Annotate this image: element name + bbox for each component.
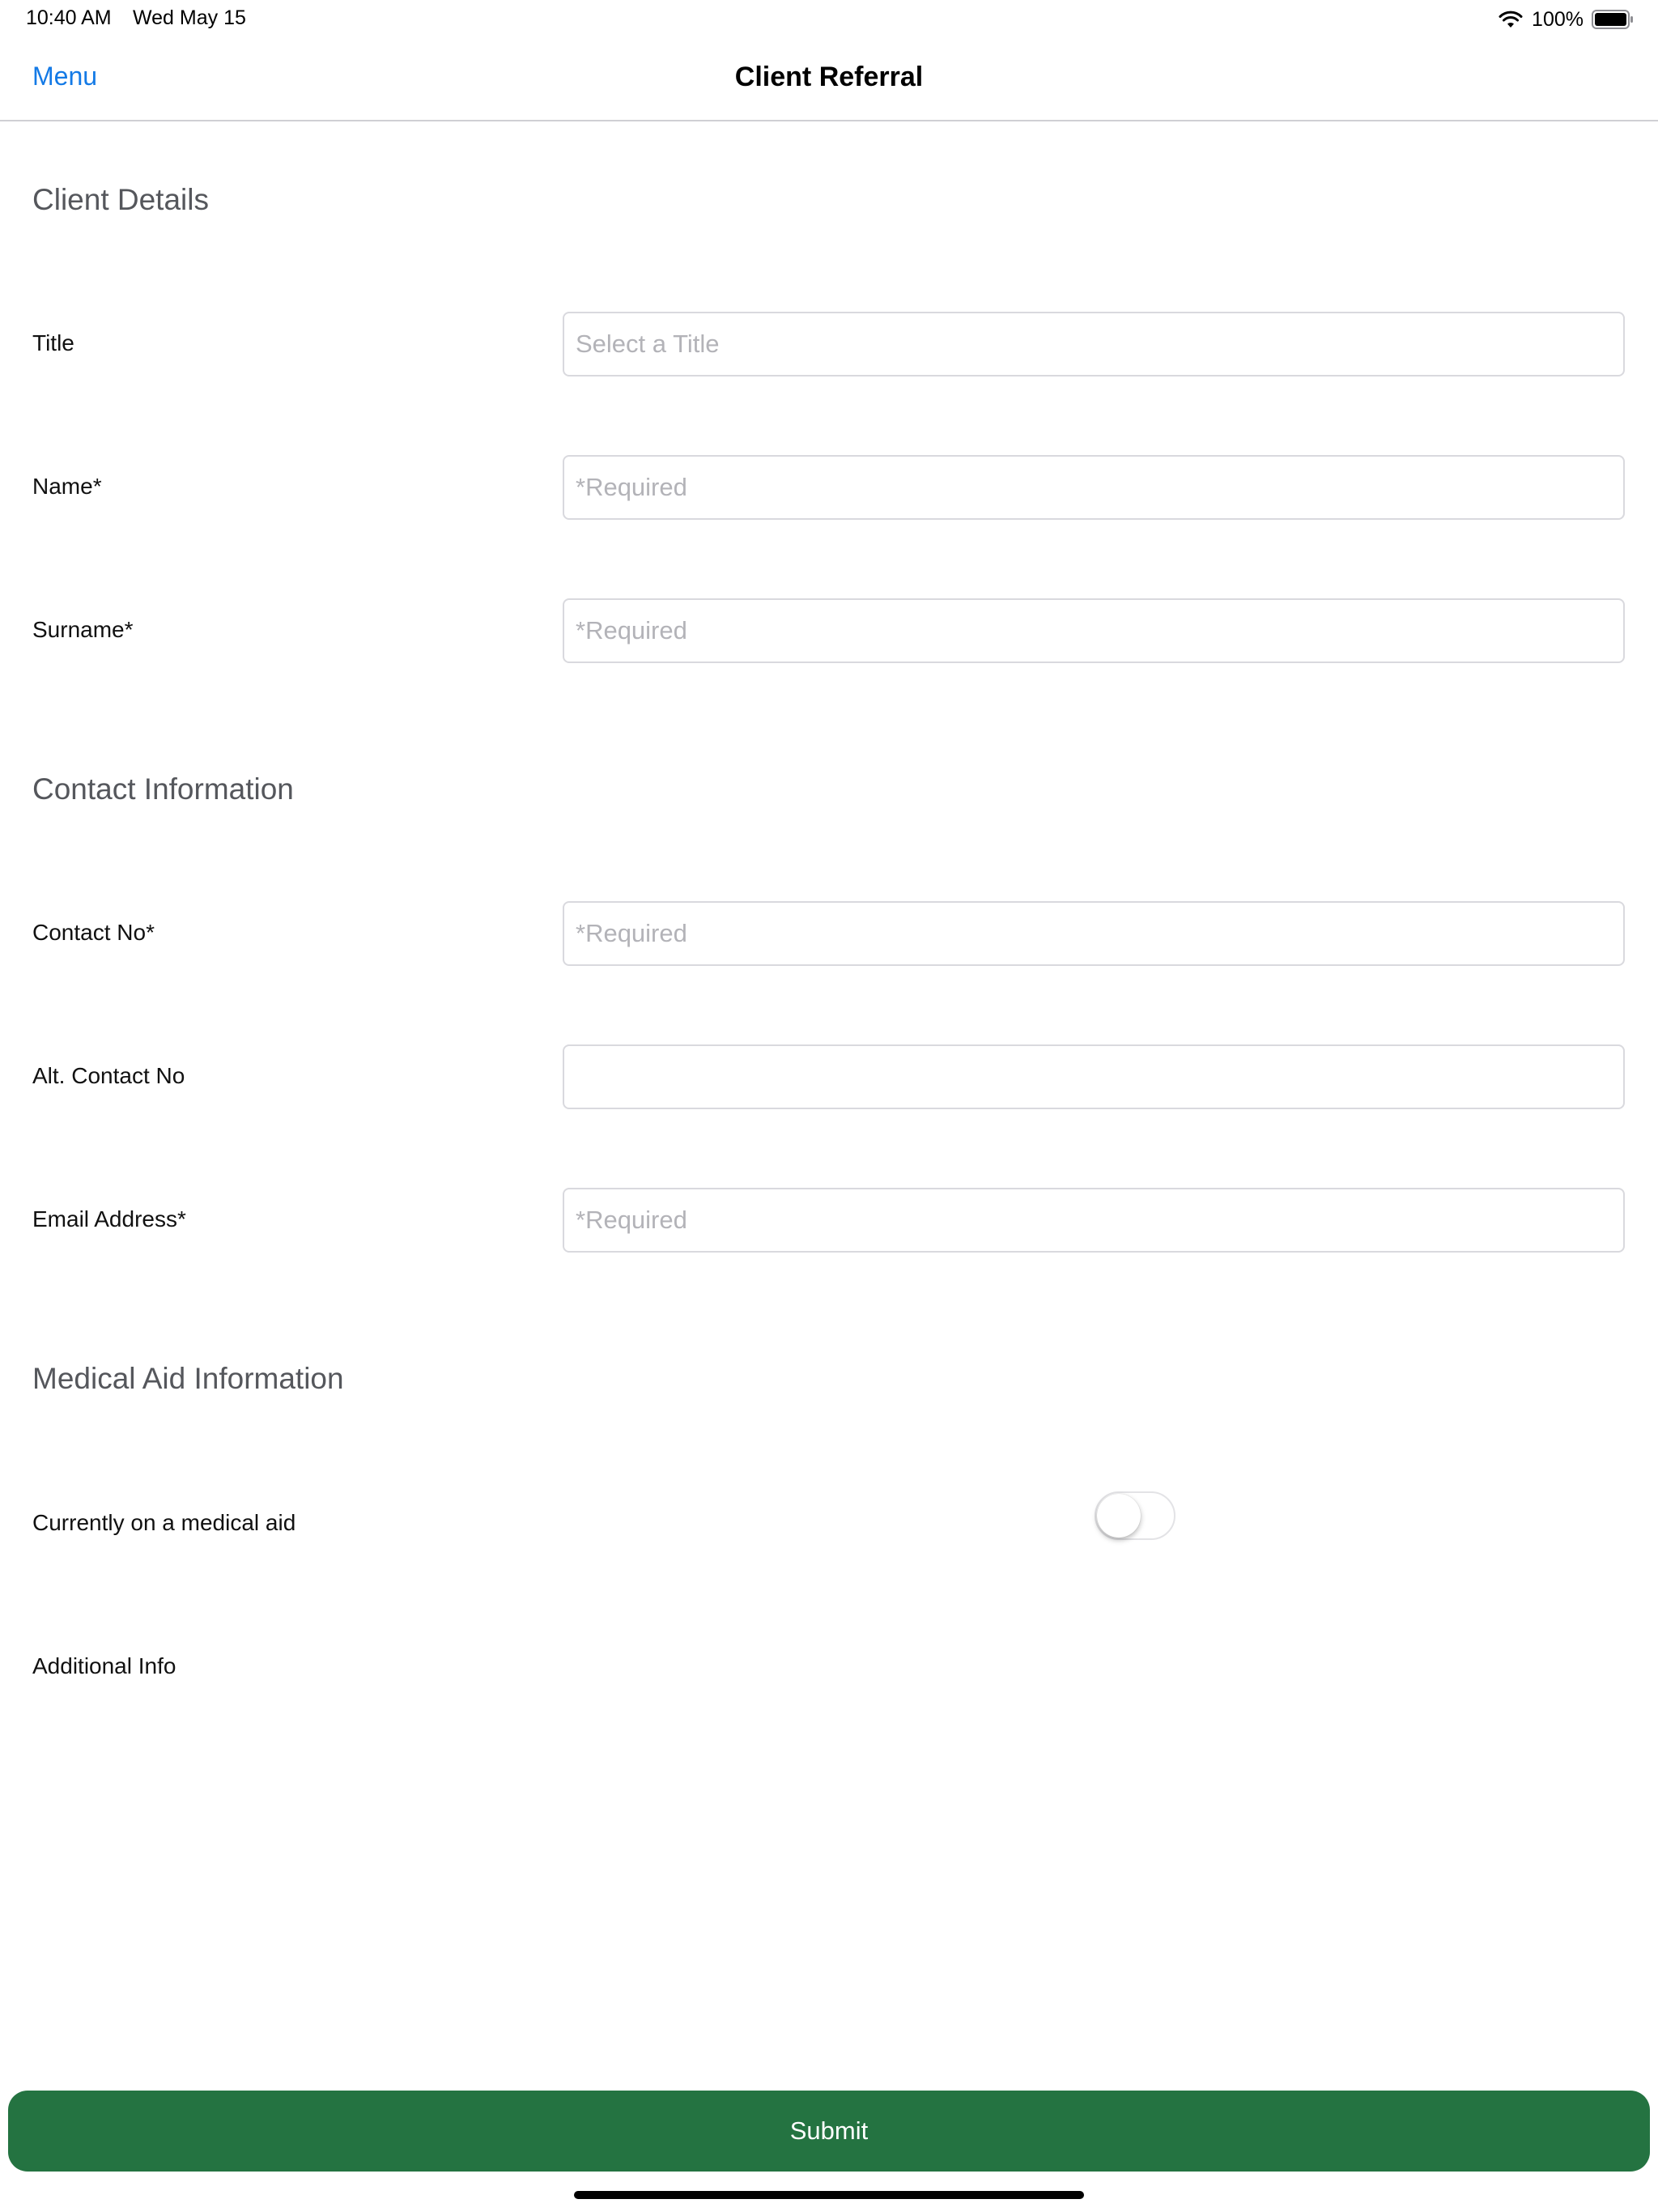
menu-button[interactable]: Menu <box>32 62 97 91</box>
email-label: Email Address* <box>32 1206 186 1231</box>
contact-no-input[interactable] <box>563 901 1625 966</box>
title-select-field[interactable] <box>563 312 1625 376</box>
page-title: Client Referral <box>734 62 924 92</box>
section-title-contact-information: Contact Information <box>32 772 294 806</box>
wifi-icon <box>1499 11 1523 28</box>
client-referral-screen: 10:40 AM Wed May 15 100% Client Referral… <box>0 0 1658 2212</box>
battery-icon <box>1592 10 1633 29</box>
name-label: Name* <box>32 474 102 499</box>
status-indicators: 100% <box>1498 6 1634 32</box>
battery-percentage: 100% <box>1532 7 1584 31</box>
additional-info-label: Additional Info <box>32 1653 176 1678</box>
status-time: 10:40 AM <box>26 6 112 29</box>
name-input[interactable] <box>563 455 1625 520</box>
surname-label: Surname* <box>32 617 134 642</box>
alt-contact-no-label: Alt. Contact No <box>32 1063 185 1088</box>
section-title-client-details: Client Details <box>32 183 209 216</box>
home-indicator <box>574 2191 1084 2199</box>
email-input[interactable] <box>563 1188 1625 1253</box>
section-title-medical-aid-information: Medical Aid Information <box>32 1362 344 1395</box>
nav-divider <box>0 120 1658 121</box>
title-label: Title <box>32 330 74 355</box>
toggle-knob <box>1097 1494 1141 1538</box>
medical-aid-toggle[interactable] <box>1095 1491 1175 1540</box>
alt-contact-no-input[interactable] <box>563 1044 1625 1109</box>
surname-input[interactable] <box>563 598 1625 663</box>
status-date: Wed May 15 <box>133 6 246 29</box>
contact-no-label: Contact No* <box>32 920 155 945</box>
medical-aid-label: Currently on a medical aid <box>32 1510 296 1535</box>
submit-button[interactable]: Submit <box>8 2091 1650 2172</box>
